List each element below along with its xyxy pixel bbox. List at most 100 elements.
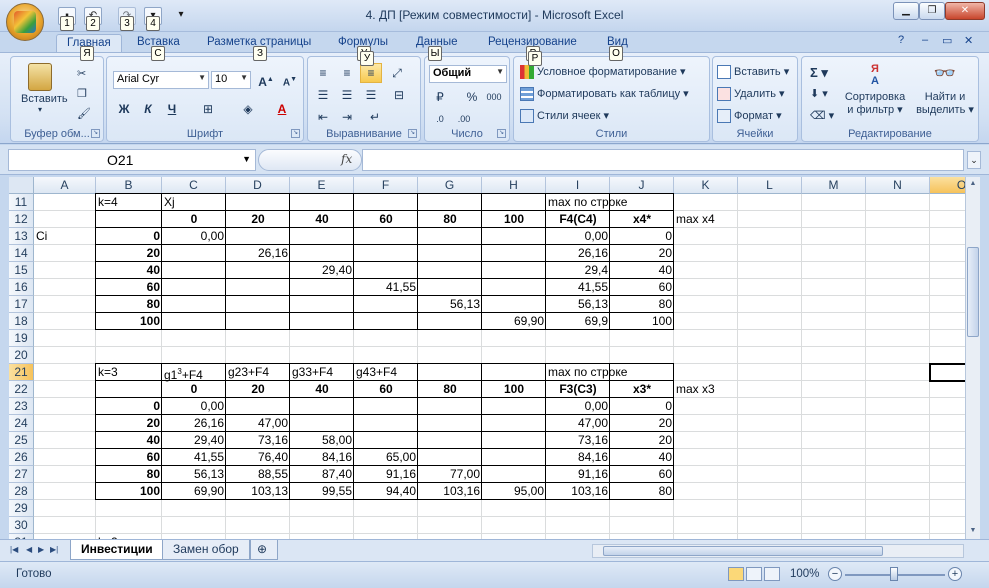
align-top-icon[interactable]: ≡ <box>312 63 334 83</box>
maximize-button[interactable]: ❐ <box>919 2 945 20</box>
cell-i14[interactable]: 26,16 <box>546 245 610 262</box>
format-cells-button[interactable]: Формат ▾ <box>717 109 782 124</box>
cell-j28[interactable]: 80 <box>610 483 674 500</box>
column-header-d[interactable]: D <box>226 177 290 194</box>
insert-sheet-icon[interactable]: ⊕ <box>250 540 278 560</box>
bold-button[interactable]: Ж <box>113 99 135 119</box>
cell-j17[interactable]: 80 <box>610 296 674 313</box>
percent-icon[interactable]: % <box>461 87 483 107</box>
increase-decimal-icon[interactable]: .0 <box>429 109 451 129</box>
cell-j15[interactable]: 40 <box>610 262 674 279</box>
minimize-button[interactable]: ▁ <box>893 2 919 20</box>
cell-j27[interactable]: 60 <box>610 466 674 483</box>
cell-j24[interactable]: 20 <box>610 415 674 432</box>
sheet-tab-equipment[interactable]: Замен обор <box>162 540 250 560</box>
column-header-a[interactable]: A <box>34 177 96 194</box>
insert-function-icon[interactable]: fx <box>341 152 352 166</box>
number-launcher-icon[interactable]: ↘ <box>497 129 506 138</box>
zoom-level[interactable]: 100% <box>790 568 819 580</box>
cell-g12[interactable]: 80 <box>418 211 482 228</box>
cell-c22[interactable]: 0 <box>162 381 226 398</box>
cell-f16[interactable]: 41,55 <box>354 279 418 296</box>
cell-b16[interactable]: 60 <box>96 279 162 296</box>
select-all-corner[interactable] <box>9 177 34 194</box>
cell-c13[interactable]: 0,00 <box>162 228 226 245</box>
alignment-launcher-icon[interactable]: ↘ <box>408 129 417 138</box>
cell-c25[interactable]: 29,40 <box>162 432 226 449</box>
clipboard-launcher-icon[interactable]: ↘ <box>91 129 100 138</box>
decrease-indent-icon[interactable]: ⇤ <box>312 107 334 127</box>
cell-d21[interactable]: g23+F4 <box>226 364 290 381</box>
cell-j13[interactable]: 0 <box>610 228 674 245</box>
underline-button[interactable]: Ч <box>161 99 183 119</box>
align-middle-icon[interactable]: ≡ <box>336 63 358 83</box>
column-header-g[interactable]: G <box>418 177 482 194</box>
align-bottom-icon[interactable]: ≡ <box>360 63 382 83</box>
row-header-27[interactable]: 27 <box>9 466 34 483</box>
cell-j12[interactable]: x4* <box>610 211 674 228</box>
cell-b13[interactable]: 0 <box>96 228 162 245</box>
doc-minimize-icon[interactable]: – <box>922 34 928 46</box>
cell-b26[interactable]: 60 <box>96 449 162 466</box>
conditional-formatting-button[interactable]: Условное форматирование ▾ <box>520 65 686 80</box>
cell-c28[interactable]: 69,90 <box>162 483 226 500</box>
row-header-14[interactable]: 14 <box>9 245 34 262</box>
wrap-text-icon[interactable]: ↵ <box>364 107 386 127</box>
zoom-out-icon[interactable]: − <box>828 567 842 581</box>
cell-f22[interactable]: 60 <box>354 381 418 398</box>
column-header-c[interactable]: C <box>162 177 226 194</box>
cell-e12[interactable]: 40 <box>290 211 354 228</box>
cell-d26[interactable]: 76,40 <box>226 449 290 466</box>
office-button[interactable] <box>6 3 44 41</box>
borders-icon[interactable]: ⊞ <box>197 99 219 119</box>
cell-e15[interactable]: 29,40 <box>290 262 354 279</box>
cell-c27[interactable]: 56,13 <box>162 466 226 483</box>
cell-d24[interactable]: 47,00 <box>226 415 290 432</box>
fill-color-icon[interactable]: ◈ <box>237 99 259 119</box>
cell-e22[interactable]: 40 <box>290 381 354 398</box>
cell-j14[interactable]: 20 <box>610 245 674 262</box>
vertical-scrollbar[interactable]: ▲ ▼ <box>965 177 980 539</box>
row-header-23[interactable]: 23 <box>9 398 34 415</box>
cell-i15[interactable]: 29,4 <box>546 262 610 279</box>
first-sheet-icon[interactable]: |◀ <box>10 545 18 554</box>
align-center-icon[interactable]: ☰ <box>336 85 358 105</box>
horizontal-scroll-thumb[interactable] <box>603 546 883 556</box>
cell-e21[interactable]: g33+F4 <box>290 364 354 381</box>
normal-view-icon[interactable] <box>728 567 744 581</box>
row-header-18[interactable]: 18 <box>9 313 34 330</box>
page-layout-view-icon[interactable] <box>746 567 762 581</box>
row-header-28[interactable]: 28 <box>9 483 34 500</box>
row-header-16[interactable]: 16 <box>9 279 34 296</box>
cell-h28[interactable]: 95,00 <box>482 483 546 500</box>
cell-k12[interactable]: max x4 <box>674 211 738 228</box>
cell-h18[interactable]: 69,90 <box>482 313 546 330</box>
cell-i18[interactable]: 69,9 <box>546 313 610 330</box>
cell-d22[interactable]: 20 <box>226 381 290 398</box>
cell-b27[interactable]: 80 <box>96 466 162 483</box>
shrink-font-button[interactable]: A▼ <box>279 70 301 90</box>
cell-c23[interactable]: 0,00 <box>162 398 226 415</box>
cell-i17[interactable]: 56,13 <box>546 296 610 313</box>
cell-h22[interactable]: 100 <box>482 381 546 398</box>
row-header-29[interactable]: 29 <box>9 500 34 517</box>
last-sheet-icon[interactable]: ▶| <box>50 545 58 554</box>
paste-button[interactable]: Вставить ▾ <box>21 61 68 119</box>
vertical-scroll-thumb[interactable] <box>967 247 979 337</box>
row-header-24[interactable]: 24 <box>9 415 34 432</box>
cell-i24[interactable]: 47,00 <box>546 415 610 432</box>
cell-f26[interactable]: 65,00 <box>354 449 418 466</box>
formula-input[interactable] <box>362 149 964 171</box>
orientation-icon[interactable]: ⤢ <box>386 63 408 83</box>
cell-i28[interactable]: 103,16 <box>546 483 610 500</box>
cell-h12[interactable]: 100 <box>482 211 546 228</box>
column-header-o[interactable]: O <box>930 177 965 194</box>
cell-e28[interactable]: 99,55 <box>290 483 354 500</box>
cell-d27[interactable]: 88,55 <box>226 466 290 483</box>
row-header-22[interactable]: 22 <box>9 381 34 398</box>
cell-g27[interactable]: 77,00 <box>418 466 482 483</box>
column-header-e[interactable]: E <box>290 177 354 194</box>
next-sheet-icon[interactable]: ▶ <box>38 545 44 554</box>
cell-i21[interactable]: max по строке <box>546 364 627 381</box>
prev-sheet-icon[interactable]: ◀ <box>26 545 32 554</box>
